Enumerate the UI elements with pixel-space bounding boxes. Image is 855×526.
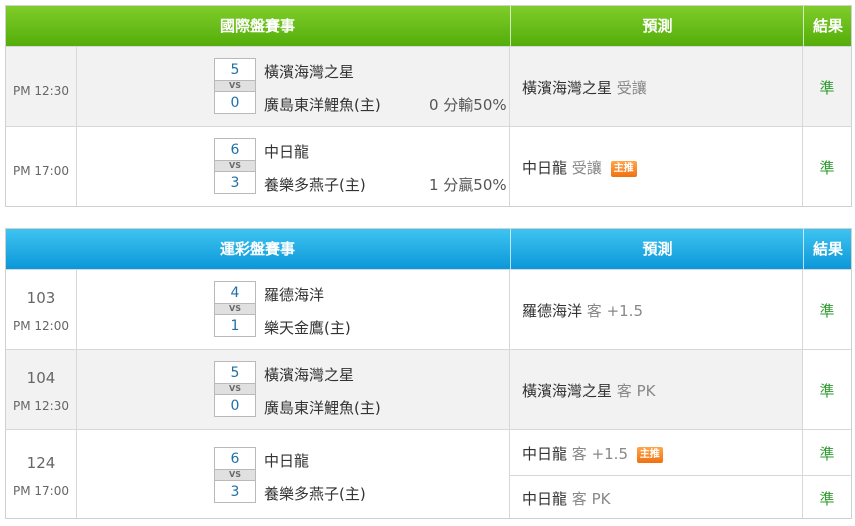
match-number: 124 [26, 454, 56, 472]
score-home: 0 [214, 91, 256, 114]
prediction-team: 中日龍 [522, 159, 568, 177]
prediction-team: 羅德海洋 [522, 302, 583, 320]
table-row: 103 PM 12:00 4 VS 1 羅德海洋 樂天金鷹(主) 羅德海洋 客 … [6, 269, 851, 349]
prediction-team: 橫濱海灣之星 [522, 79, 613, 97]
handicap-result: 0 分輸50% [429, 96, 507, 114]
team-home: 樂天金鷹(主) [264, 319, 351, 337]
international-table: 國際盤賽事 預測 結果 PM 12:30 5 VS 0 橫濱海灣之星 廣島東洋鯉… [5, 5, 852, 207]
match-time: PM 12:30 [13, 84, 69, 98]
match-time: PM 12:30 [13, 399, 69, 413]
result-mark: 準 [819, 302, 835, 320]
prediction: 中日龍 客 +1.5 主推 [522, 443, 663, 464]
vs-label: VS [214, 470, 256, 480]
prediction-type: 客 PK [571, 490, 611, 508]
prediction: 中日龍 客 PK [522, 488, 610, 509]
result-mark: 準 [819, 490, 835, 508]
score-away: 6 [214, 138, 256, 161]
result-mark: 準 [819, 382, 835, 400]
prediction: 橫濱海灣之星 受讓 [522, 77, 647, 98]
team-away: 橫濱海灣之星 [264, 63, 355, 81]
match-number: 104 [26, 369, 56, 387]
prediction-team: 橫濱海灣之星 [522, 382, 613, 400]
match-time: PM 17:00 [13, 164, 69, 178]
score-home: 1 [214, 314, 256, 337]
table-row: PM 17:00 6 VS 3 中日龍 養樂多燕子(主) 1 分贏50% 中日龍… [6, 126, 851, 206]
sports-lottery-header: 運彩盤賽事 預測 結果 [6, 229, 851, 269]
prediction: 橫濱海灣之星 客 PK [522, 380, 655, 401]
header-event: 國際盤賽事 [219, 17, 295, 35]
result-mark: 準 [819, 159, 835, 177]
header-prediction: 預測 [510, 6, 804, 46]
vs-label: VS [214, 304, 256, 314]
result-mark: 準 [819, 79, 835, 97]
prediction-divider [510, 475, 802, 476]
prediction-type: 受讓 [616, 79, 647, 97]
prediction-team: 中日龍 [522, 445, 568, 463]
score-home: 3 [214, 480, 256, 503]
header-prediction: 預測 [510, 229, 804, 269]
team-home: 廣島東洋鯉魚(主) [264, 399, 381, 417]
vs-label: VS [214, 161, 256, 171]
match-number: 103 [26, 289, 56, 307]
score-away: 4 [214, 281, 256, 304]
score-away: 5 [214, 58, 256, 81]
prediction-type: 客 +1.5 [571, 445, 628, 463]
team-home: 養樂多燕子(主) [264, 176, 366, 194]
score-away: 6 [214, 447, 256, 470]
prediction: 羅德海洋 客 +1.5 [522, 300, 643, 321]
header-result: 結果 [803, 6, 852, 46]
team-home: 養樂多燕子(主) [264, 485, 366, 503]
vs-label: VS [214, 81, 256, 91]
team-away: 中日龍 [264, 452, 310, 470]
featured-badge: 主推 [610, 161, 637, 177]
prediction-type: 客 PK [616, 382, 656, 400]
result-mark: 準 [819, 445, 835, 463]
prediction-type: 客 +1.5 [586, 302, 643, 320]
table-row: 124 PM 17:00 6 VS 3 中日龍 養樂多燕子(主) 中日龍 客 +… [6, 429, 851, 518]
header-result: 結果 [803, 229, 852, 269]
team-away: 羅德海洋 [264, 286, 325, 304]
score-home: 0 [214, 394, 256, 417]
team-home: 廣島東洋鯉魚(主) [264, 96, 381, 114]
match-time: PM 12:00 [13, 319, 69, 333]
result-divider [803, 475, 851, 476]
score-away: 5 [214, 361, 256, 384]
team-away: 橫濱海灣之星 [264, 366, 355, 384]
sports-lottery-table: 運彩盤賽事 預測 結果 103 PM 12:00 4 VS 1 羅德海洋 樂天金… [5, 228, 852, 519]
match-time: PM 17:00 [13, 484, 69, 498]
vs-label: VS [214, 384, 256, 394]
prediction: 中日龍 受讓 主推 [522, 157, 637, 178]
handicap-result: 1 分贏50% [429, 176, 507, 194]
score-home: 3 [214, 171, 256, 194]
header-event: 運彩盤賽事 [219, 240, 295, 258]
featured-badge: 主推 [636, 447, 663, 463]
team-away: 中日龍 [264, 143, 310, 161]
prediction-type: 受讓 [571, 159, 602, 177]
international-header: 國際盤賽事 預測 結果 [6, 6, 851, 46]
table-row: 104 PM 12:30 5 VS 0 橫濱海灣之星 廣島東洋鯉魚(主) 橫濱海… [6, 349, 851, 429]
table-row: PM 12:30 5 VS 0 橫濱海灣之星 廣島東洋鯉魚(主) 0 分輸50%… [6, 46, 851, 126]
prediction-team: 中日龍 [522, 490, 568, 508]
